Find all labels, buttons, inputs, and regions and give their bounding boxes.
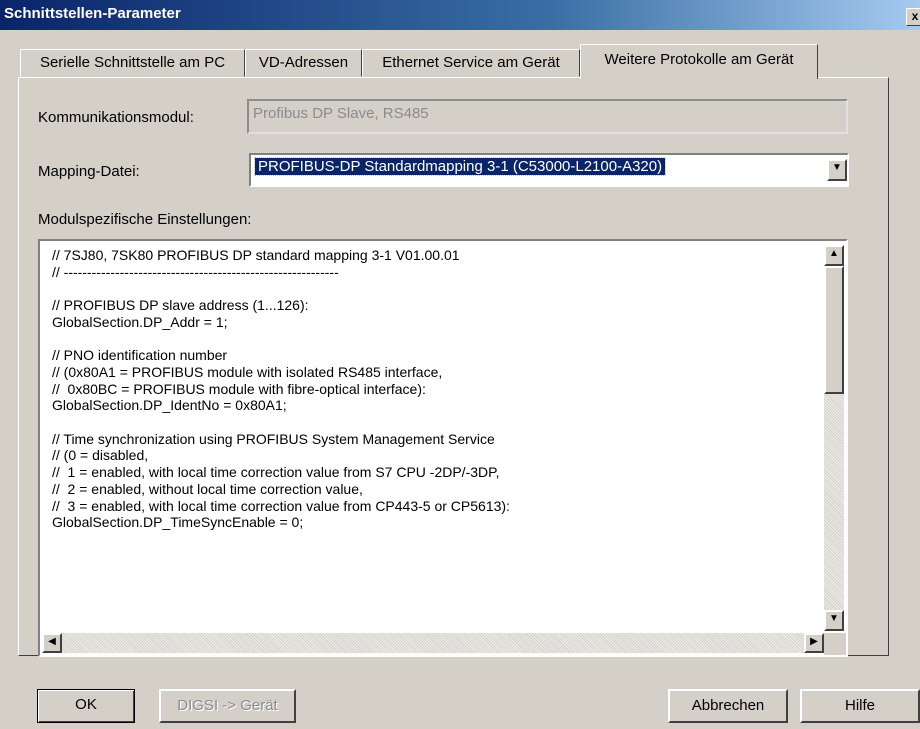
mapping-select[interactable]: PROFIBUS-DP Standardmapping 3-1 (C53000-…: [249, 153, 849, 187]
tab-vd-adressen[interactable]: VD-Adressen: [245, 49, 362, 77]
scroll-up-icon[interactable]: ▲: [824, 245, 844, 266]
code-line: // 0x80BC = PROFIBUS module with fibre-o…: [52, 380, 426, 397]
dropdown-arrow-icon[interactable]: ▼: [827, 159, 847, 181]
code-line: GlobalSection.DP_TimeSyncEnable = 0;: [52, 514, 304, 531]
code-line: // (0 = disabled,: [52, 447, 149, 464]
code-line: // 7SJ80, 7SK80 PROFIBUS DP standard map…: [52, 247, 460, 263]
code-line: // (0x80A1 = PROFIBUS module with isolat…: [52, 363, 443, 380]
module-label: Kommunikationsmodul:: [38, 109, 194, 126]
help-button[interactable]: Hilfe: [800, 689, 920, 723]
settings-code: // 7SJ80, 7SK80 PROFIBUS DP standard map…: [52, 247, 812, 531]
code-line: GlobalSection.DP_Addr = 1;: [52, 313, 228, 330]
title-bar: Schnittstellen-Parameter x: [0, 0, 920, 30]
code-line: // 2 = enabled, without local time corre…: [52, 480, 363, 497]
settings-textarea[interactable]: // 7SJ80, 7SK80 PROFIBUS DP standard map…: [38, 239, 848, 657]
vertical-scrollbar[interactable]: ▲ ▼: [824, 245, 844, 631]
scroll-down-icon[interactable]: ▼: [824, 610, 844, 631]
ok-button[interactable]: OK: [37, 689, 135, 723]
module-field: Profibus DP Slave, RS485: [247, 99, 848, 134]
code-line: // 1 = enabled, with local time correcti…: [52, 464, 500, 481]
close-button[interactable]: x: [906, 8, 920, 26]
tab-weitere-protokolle[interactable]: Weitere Protokolle am Gerät: [580, 44, 818, 79]
tab-serielle-schnittstelle[interactable]: Serielle Schnittstelle am PC: [20, 49, 245, 77]
code-line: // PNO identification number: [52, 347, 228, 364]
digsi-button: DIGSI -> Gerät: [159, 689, 296, 723]
code-line: // 3 = enabled, with local time correcti…: [52, 497, 510, 514]
scroll-left-icon[interactable]: ◀: [42, 633, 62, 653]
code-line: GlobalSection.DP_IdentNo = 0x80A1;: [52, 397, 287, 414]
window-title: Schnittstellen-Parameter: [4, 5, 181, 22]
mapping-selected-value: PROFIBUS-DP Standardmapping 3-1 (C53000-…: [253, 157, 667, 176]
scroll-right-icon[interactable]: ▶: [804, 633, 824, 653]
code-line: // Time synchronization using PROFIBUS S…: [52, 430, 495, 447]
scroll-thumb[interactable]: [824, 266, 844, 394]
mapping-label: Mapping-Datei:: [38, 163, 140, 180]
code-line: // PROFIBUS DP slave address (1...126):: [52, 297, 309, 314]
scrollbar-corner: [824, 633, 846, 655]
horizontal-scrollbar[interactable]: ◀ ▶: [42, 633, 824, 653]
settings-label: Modulspezifische Einstellungen:: [38, 211, 252, 228]
tab-ethernet-service[interactable]: Ethernet Service am Gerät: [362, 49, 580, 77]
code-line: // -------------------------------------…: [52, 263, 339, 280]
cancel-button[interactable]: Abbrechen: [668, 689, 788, 723]
